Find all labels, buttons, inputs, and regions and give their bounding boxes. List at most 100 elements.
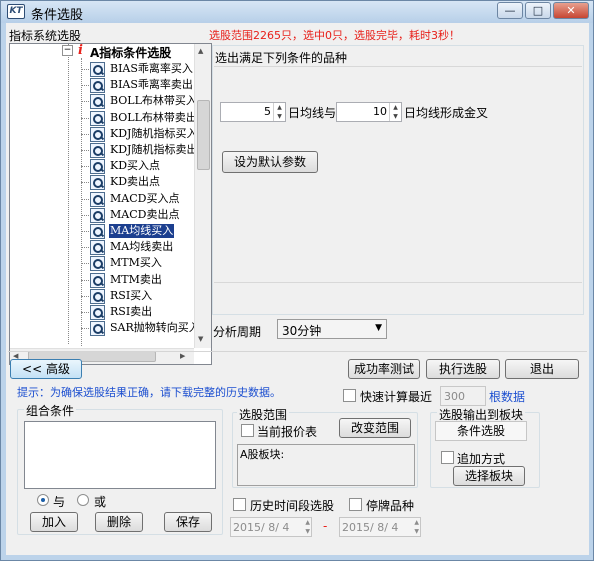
magnifier-icon: [90, 240, 105, 256]
condition-panel: 选出满足下列条件的品种 5 ▲ ▼ 日均线与 10 ▲ ▼ 日均线形成金叉 设为默认…: [212, 45, 584, 339]
success-rate-test-button[interactable]: 成功率测试: [348, 359, 420, 379]
set-default-button[interactable]: 设为默认参数: [222, 151, 318, 173]
delete-button[interactable]: 删除: [95, 512, 143, 532]
period-value: 30分钟: [282, 324, 322, 338]
long-ma-stepper[interactable]: 10 ▲ ▼: [336, 102, 402, 122]
stepper-arrows[interactable]: ▲ ▼: [273, 103, 285, 121]
suspended-checkbox[interactable]: [349, 498, 362, 511]
magnifier-icon: [90, 191, 105, 207]
magnifier-icon: [90, 305, 105, 320]
tree-item-label: RSI买入: [110, 288, 153, 302]
magnifier-icon: [90, 207, 105, 223]
add-button[interactable]: 加入: [30, 512, 78, 532]
magnifier-icon: [90, 110, 105, 126]
tree-collapse-toggle[interactable]: −: [62, 45, 73, 56]
combo-title: 组合条件: [24, 402, 77, 419]
tree-item-label: KD卖出点: [110, 175, 161, 189]
suspended-label: 停牌品种: [366, 499, 415, 513]
quick-calc-count-input[interactable]: 300: [440, 386, 486, 406]
magnifier-icon: [90, 288, 105, 304]
app-window: KT 条件选股 — □ ✕ 指标系统选股 − i A指标条件选股 BIAS乖离率…: [0, 0, 594, 561]
magnifier-icon: [90, 94, 105, 110]
date-to-picker[interactable]: 2015/ 8/ 4 ▲ ▼: [339, 517, 421, 537]
chevron-down-icon: ▼: [375, 323, 382, 333]
select-board-button[interactable]: 选择板块: [453, 466, 525, 486]
stepper-arrows[interactable]: ▲ ▼: [414, 518, 419, 536]
scroll-down-icon[interactable]: ▼: [198, 335, 203, 343]
stepper-arrows[interactable]: ▲ ▼: [389, 103, 401, 121]
tree-item-label: BIAS乖离率卖出: [110, 78, 193, 92]
tree-item-label: MA均线买入: [109, 224, 175, 238]
tree-item-label: MACD卖出点: [110, 207, 180, 221]
combo-group: 组合条件 与 或 加入 删除 保存: [17, 402, 223, 535]
quick-calc-checkbox[interactable]: [343, 389, 356, 402]
period-label: 分析周期: [213, 325, 262, 339]
maximize-button[interactable]: □: [525, 2, 551, 19]
date-from-picker[interactable]: 2015/ 8/ 4 ▲ ▼: [230, 517, 312, 537]
range-group: 选股范围 当前报价表 改变范围 A股板块:: [232, 406, 418, 488]
stepper-arrows[interactable]: ▲ ▼: [305, 518, 310, 536]
advanced-button[interactable]: << 高级: [10, 359, 82, 379]
magnifier-icon: [90, 321, 105, 337]
parameter-area: 5 ▲ ▼ 日均线与 10 ▲ ▼ 日均线形成金叉 设为默认参数: [214, 66, 582, 283]
and-radio[interactable]: [37, 494, 49, 506]
tree-item-label: MTM买入: [110, 256, 162, 270]
date-to-value: 2015/ 8/ 4: [342, 521, 399, 534]
magnifier-icon: [90, 256, 105, 272]
tree-root-label[interactable]: A指标条件选股: [90, 44, 171, 61]
magnifier-icon: [90, 143, 105, 158]
indicator-tree[interactable]: − i A指标条件选股 BIAS乖离率买入 BIAS乖离率卖出 BOLL布林带买入 B…: [9, 43, 212, 365]
quick-calc-label: 快速计算最近: [360, 390, 433, 404]
execute-selection-button[interactable]: 执行选股: [426, 359, 500, 379]
condition-heading: 选出满足下列条件的品种: [215, 51, 348, 65]
tree-item-label: KDJ随机指标卖出: [110, 143, 198, 156]
save-button[interactable]: 保存: [164, 512, 212, 532]
change-range-button[interactable]: 改变范围: [339, 418, 411, 438]
status-message: 选股范围2265只，选中0只，选股完毕，耗时3秒！: [209, 29, 460, 42]
history-period-checkbox[interactable]: [233, 498, 246, 511]
range-title: 选股范围: [237, 406, 290, 423]
magnifier-icon: [90, 159, 105, 175]
magnifier-icon: [90, 175, 105, 191]
current-price-label: 当前报价表: [257, 425, 318, 439]
tree-item-label: BIAS乖离率买入: [110, 62, 193, 75]
date-range-dash: -: [323, 519, 328, 533]
date-from-value: 2015/ 8/ 4: [233, 521, 290, 534]
minimize-button[interactable]: —: [497, 2, 523, 19]
period-select[interactable]: 30分钟 ▼: [277, 319, 387, 339]
tree-item-label: MTM卖出: [110, 272, 162, 286]
tree-vertical-scrollbar[interactable]: ▲ ▼: [194, 44, 211, 348]
magnifier-icon: [90, 224, 105, 239]
close-button[interactable]: ✕: [553, 2, 589, 19]
separator: [8, 351, 587, 352]
tree-item-label: BOLL布林带卖出: [110, 110, 197, 124]
or-radio[interactable]: [77, 494, 89, 506]
magnifier-icon: [90, 126, 105, 142]
board-info-text: A股板块:: [240, 448, 285, 461]
output-group: 选股输出到板块 条件选股 追加方式 选择板块: [430, 406, 540, 488]
tree-item-label: KDJ随机指标买入: [110, 126, 198, 140]
app-logo-icon: KT: [7, 4, 25, 19]
output-board-name[interactable]: 条件选股: [435, 421, 527, 441]
long-ma-value: 10: [373, 105, 387, 118]
short-ma-value: 5: [264, 105, 271, 118]
tree-item-label: RSI卖出: [110, 305, 153, 318]
condition-text-1: 日均线与: [288, 106, 337, 120]
exit-button[interactable]: 退出: [505, 359, 579, 379]
tree-scroll-thumb[interactable]: [197, 100, 210, 170]
append-mode-checkbox[interactable]: [441, 451, 454, 464]
short-ma-stepper[interactable]: 5 ▲ ▼: [220, 102, 286, 122]
scroll-up-icon[interactable]: ▲: [198, 47, 203, 55]
magnifier-icon: [90, 78, 105, 94]
magnifier-icon: [90, 62, 105, 77]
tree-item-label: SAR抛物转向买入: [110, 321, 200, 335]
title-bar[interactable]: KT 条件选股 — □ ✕: [1, 1, 593, 23]
current-price-checkbox[interactable]: [241, 424, 254, 437]
scroll-right-icon[interactable]: ▶: [180, 352, 185, 360]
and-label: 与: [53, 495, 66, 509]
board-info-box: A股板块:: [237, 444, 415, 486]
history-period-label: 历史时间段选股: [250, 499, 335, 513]
magnifier-icon: [90, 272, 105, 288]
tree-item-label: MA均线卖出: [110, 240, 174, 254]
combo-conditions-list[interactable]: [24, 421, 216, 489]
